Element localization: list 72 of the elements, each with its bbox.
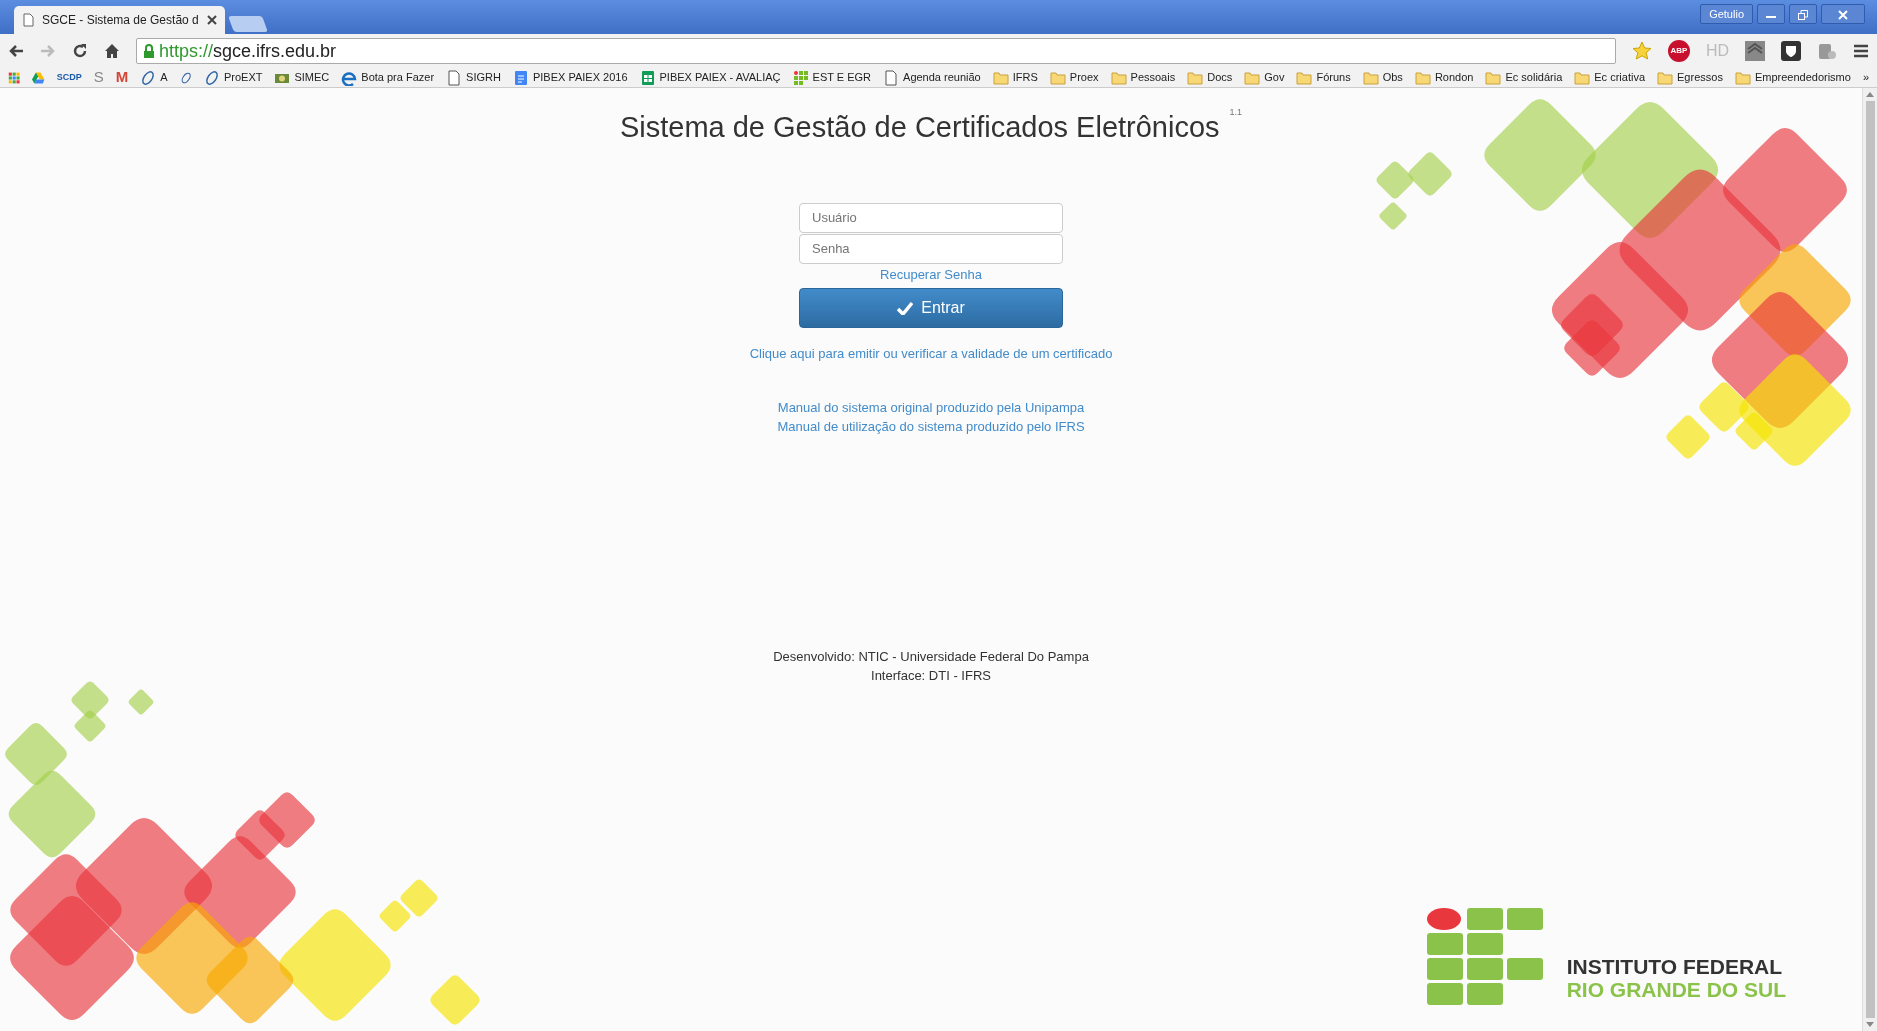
bookmark-link[interactable]: IFRS <box>992 69 1038 86</box>
url-text: https://sgce.ifrs.edu.br <box>159 39 338 63</box>
reload-icon[interactable] <box>72 43 88 59</box>
home-icon[interactable] <box>104 43 120 59</box>
bookmark-link[interactable]: Gov <box>1244 69 1285 86</box>
grid-icon <box>792 69 809 86</box>
star-icon[interactable] <box>1631 41 1652 61</box>
logo-text: INSTITUTO FEDERAL <box>1566 954 1784 978</box>
bookmark-link[interactable]: SIGRH <box>446 69 501 86</box>
bookmark-link[interactable]: SCDP <box>56 70 82 85</box>
bookmark-link[interactable]: PIBEX PAIEX 2016 <box>512 69 628 86</box>
lock-icon <box>143 43 155 59</box>
bookmark-link[interactable]: EST E EGR <box>792 69 872 86</box>
manual-link[interactable]: Manual do sistema original produzido pela Unipampa <box>777 397 1085 417</box>
menu-icon[interactable] <box>1853 44 1869 58</box>
login-button[interactable]: Entrar <box>799 288 1063 328</box>
logo-text: RIO GRANDE DO SUL <box>1566 977 1786 1001</box>
checkmark-icon <box>897 301 914 315</box>
bookmark-link[interactable]: PIBEX PAIEX - AVALIAÇ <box>639 69 781 86</box>
footer-text: Interface: DTI - IFRS <box>871 667 991 685</box>
scrollbar-thumb[interactable] <box>1865 101 1875 1018</box>
layers-icon[interactable] <box>1745 41 1765 61</box>
username-field[interactable]: Usuário <box>799 202 1063 233</box>
scroll-down-icon[interactable] <box>1866 1022 1874 1027</box>
abp-extension-icon[interactable]: ABP <box>1667 40 1690 62</box>
password-field[interactable]: Senha <box>799 233 1063 264</box>
bookmark-link[interactable]: Docs <box>1187 69 1233 86</box>
bookmark-link[interactable]: SIMEC <box>274 69 330 86</box>
bookmark-link[interactable]: Empreendedorismo <box>1734 69 1851 86</box>
bookmark-link[interactable]: Ec criativa <box>1574 69 1646 86</box>
profile-button[interactable]: Getulio <box>1700 4 1753 24</box>
extension-icon[interactable] <box>1817 41 1837 61</box>
bookmark-link[interactable]: Ec solidária <box>1485 69 1563 86</box>
tab-title: SGCE - Sistema de Gestão d <box>42 12 199 29</box>
bookmark-link[interactable]: M <box>115 68 129 87</box>
bookmark-link[interactable]: Fóruns <box>1296 69 1351 86</box>
institute-logo-icon <box>1426 908 1543 1005</box>
restore-icon <box>1798 10 1808 21</box>
bookmark-link[interactable]: Rondon <box>1414 69 1474 86</box>
scrollbar[interactable] <box>1862 88 1877 1031</box>
overflow-chevron[interactable]: » <box>1862 69 1869 86</box>
document-icon <box>512 69 529 86</box>
ring-icon <box>203 69 220 86</box>
bookmark-link[interactable]: Agenda reunião <box>883 69 981 86</box>
bookmark-link[interactable]: Obs <box>1362 69 1403 86</box>
restore-button[interactable] <box>1789 4 1817 24</box>
bookmark-link[interactable]: Proex <box>1049 69 1099 86</box>
page-icon <box>22 13 34 27</box>
e-logo-icon <box>341 69 358 86</box>
close-icon[interactable] <box>206 15 217 25</box>
close-window-button[interactable] <box>1821 4 1865 24</box>
bookmark-link[interactable]: Bota pra Fazer <box>341 69 435 86</box>
browser-tab[interactable]: SGCE - Sistema de Gestão d <box>14 6 225 34</box>
manual-link[interactable]: Manual de utilização do sistema produzido pelo IFRS <box>777 417 1085 437</box>
page-title: Sistema de Gestão de Certificados Eletrônicos <box>619 111 1220 143</box>
ring-icon <box>140 69 157 86</box>
new-tab-button[interactable] <box>227 16 268 32</box>
close-icon <box>1838 10 1848 21</box>
bookmark-link[interactable]: Egressos <box>1657 69 1723 86</box>
minimize-button[interactable] <box>1757 4 1785 24</box>
bookmark-link[interactable]: A <box>140 69 168 86</box>
recover-password-link[interactable]: Recuperar Senha <box>880 264 982 284</box>
address-bar[interactable]: https://sgce.ifrs.edu.br <box>136 38 1616 64</box>
bookmark-link[interactable]: ProEXT <box>203 69 263 86</box>
certificate-link[interactable]: Clique aqui para emitir ou verificar a validade de um certificado <box>749 344 1113 364</box>
bookmark-link[interactable]: Pessoais <box>1110 69 1176 86</box>
shield-icon[interactable] <box>1781 41 1801 61</box>
spreadsheet-icon <box>639 69 656 86</box>
version-label: 1.1 <box>1229 107 1243 117</box>
back-icon[interactable] <box>8 44 24 58</box>
footer-text: Desenvolvido: NTIC - Universidade Federal Do Pampa <box>773 647 1089 666</box>
scroll-up-icon[interactable] <box>1866 92 1874 97</box>
